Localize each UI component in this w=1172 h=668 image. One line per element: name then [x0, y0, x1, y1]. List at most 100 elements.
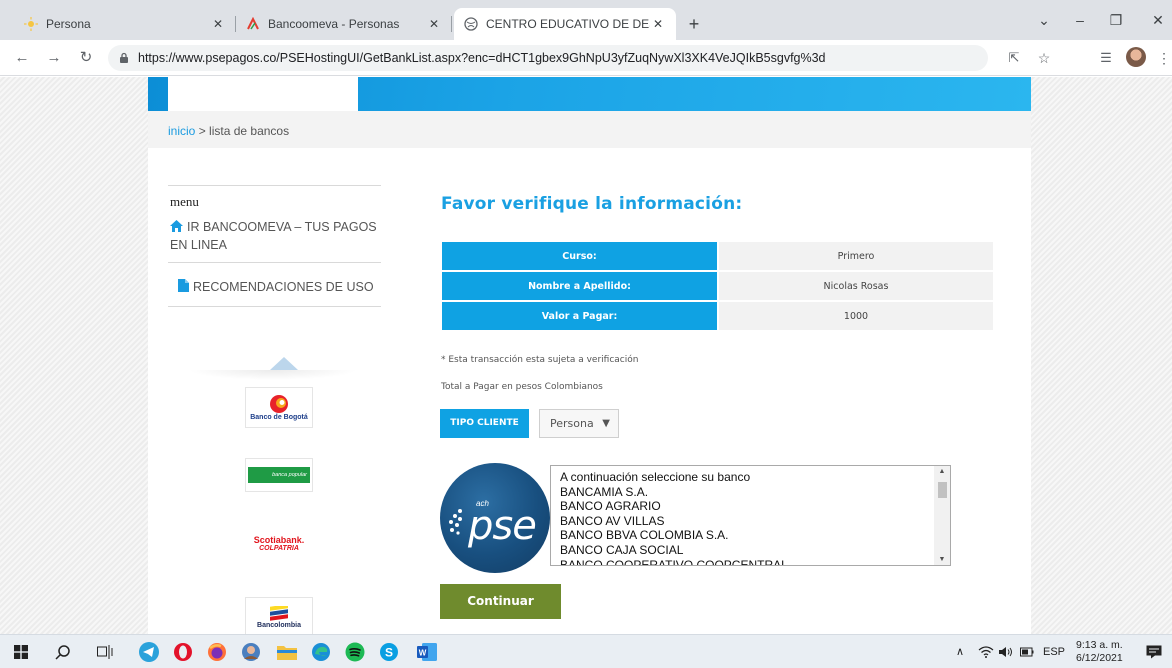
edge-icon[interactable]	[310, 641, 332, 663]
telegram-icon[interactable]	[138, 641, 160, 663]
bank-select-listbox[interactable]: A continuación seleccione su banco BANCA…	[550, 465, 951, 566]
globe-icon	[464, 17, 478, 31]
more-menu-icon[interactable]: ⋮	[1152, 46, 1172, 70]
tab-persona[interactable]: Persona ✕	[14, 8, 236, 40]
sun-icon	[24, 17, 38, 31]
list-item[interactable]: BANCO CAJA SOCIAL	[560, 543, 788, 558]
breadcrumb-separator: >	[195, 124, 210, 138]
scroll-up-icon[interactable]: ▲	[934, 468, 950, 475]
opera-icon[interactable]	[172, 641, 194, 663]
sidebar-divider	[168, 185, 381, 186]
svg-text:W: W	[419, 649, 427, 658]
list-item[interactable]: BANCO COOPERATIVO COOPCENTRAL	[560, 558, 788, 565]
star-icon[interactable]: ☆	[1032, 46, 1056, 70]
reading-list-icon[interactable]: ☰	[1094, 46, 1118, 70]
page-title: Favor verifique la información:	[441, 194, 743, 214]
scroll-down-icon[interactable]: ▼	[934, 556, 950, 563]
minimize-icon[interactable]: –	[1068, 8, 1092, 32]
sidebar-item-recomendaciones[interactable]: RECOMENDACIONES DE USO	[178, 279, 374, 297]
tab-title: Bancoomeva - Personas	[268, 17, 400, 31]
share-icon[interactable]: ⇱	[1002, 46, 1026, 70]
continue-button[interactable]: Continuar	[440, 584, 561, 619]
chevron-down-icon: ▼	[602, 418, 610, 429]
windows-taskbar: S W ∧ ESP 9:13 a. m. 6/12/2021	[0, 634, 1172, 668]
bank-logo-scotiabank-colpatria[interactable]: Scotiabank. COLPATRIA	[245, 523, 313, 563]
address-bar[interactable]: https://www.psepagos.co/PSEHostingUI/Get…	[108, 45, 988, 71]
table-row: Valor a Pagar: 1000	[442, 302, 993, 330]
bank-logo-banca-popular[interactable]: banca popular	[245, 458, 313, 492]
info-value: Primero	[717, 242, 993, 270]
new-tab-button[interactable]: +	[682, 12, 706, 36]
sidebar-item-bancoomeva[interactable]: IR BANCOOMEVA – TUS PAGOS EN LINEA	[170, 219, 382, 254]
restore-icon[interactable]: ❐	[1104, 8, 1128, 32]
list-item[interactable]: BANCAMIA S.A.	[560, 485, 788, 500]
page-viewport: inicio > lista de bancos menu IR BANCOOM…	[0, 77, 1172, 634]
sidebar-menu-title: menu	[170, 194, 199, 209]
clock-date: 6/12/2021	[1076, 652, 1123, 664]
network-icon[interactable]	[978, 635, 994, 668]
browser-tab-strip: Persona ✕ Bancoomeva - Personas ✕ CENTRO…	[0, 0, 1172, 40]
bank-logo-label: Bancolombia	[257, 621, 301, 629]
total-note: Total a Pagar en pesos Colombianos	[441, 382, 603, 392]
breadcrumb-current: lista de bancos	[209, 124, 290, 138]
firefox-icon[interactable]	[206, 641, 228, 663]
tab-close-icon[interactable]: ✕	[210, 17, 226, 31]
carousel-up-arrow-icon[interactable]	[270, 357, 298, 370]
pse-dots-icon	[449, 509, 462, 535]
battery-icon[interactable]	[1020, 635, 1034, 668]
scrollbar-thumb[interactable]	[938, 482, 947, 498]
list-item[interactable]: A continuación seleccione su banco	[560, 470, 788, 485]
sidebar-item-label: IR BANCOOMEVA – TUS PAGOS EN LINEA	[170, 220, 377, 252]
banca-popular-mark: banca popular	[248, 467, 310, 483]
volume-icon[interactable]	[998, 635, 1014, 668]
tab-centro-educativo[interactable]: CENTRO EDUCATIVO DE DESARR ✕	[454, 8, 676, 40]
back-arrow-icon[interactable]: ←	[10, 46, 34, 70]
skype-icon[interactable]: S	[378, 641, 400, 663]
document-icon	[178, 279, 189, 297]
chrome-profile-icon[interactable]	[240, 641, 262, 663]
carousel-shadow	[188, 370, 358, 380]
tab-close-icon[interactable]: ✕	[426, 17, 442, 31]
info-label: Curso:	[442, 242, 717, 270]
list-item[interactable]: BANCO AGRARIO	[560, 499, 788, 514]
tab-search-chevron-down-icon[interactable]: ⌄	[1032, 8, 1056, 32]
bank-logo-label: COLPATRIA	[259, 544, 299, 552]
forward-arrow-icon[interactable]: →	[42, 46, 66, 70]
table-row: Nombre a Apellido: Nicolas Rosas	[442, 272, 993, 300]
bank-logo-label: Banco de Bogotá	[250, 414, 308, 421]
word-icon[interactable]: W	[416, 641, 438, 663]
profile-avatar[interactable]	[1126, 47, 1146, 67]
tab-title: Persona	[46, 17, 91, 31]
bank-options: A continuación seleccione su banco BANCA…	[560, 470, 788, 565]
table-row: Curso: Primero	[442, 242, 993, 270]
close-window-icon[interactable]: ✕	[1146, 8, 1170, 32]
notifications-icon[interactable]	[1146, 635, 1162, 668]
pse-logo: ach pse	[440, 463, 550, 573]
tab-close-icon[interactable]: ✕	[650, 17, 666, 31]
breadcrumb-home-link[interactable]: inicio	[168, 124, 195, 138]
bank-logo-bancolombia[interactable]: Bancolombia	[245, 597, 313, 634]
payment-info-table: Curso: Primero Nombre a Apellido: Nicola…	[442, 240, 993, 332]
listbox-scrollbar[interactable]: ▲ ▼	[934, 466, 950, 565]
windows-start-icon[interactable]	[10, 641, 32, 663]
task-view-icon[interactable]	[94, 641, 116, 663]
bank-logo-banco-de-bogota[interactable]: Banco de Bogotá	[245, 387, 313, 428]
sidebar-divider	[168, 306, 381, 307]
bancoomeva-icon	[246, 17, 260, 31]
url-text: https://www.psepagos.co/PSEHostingUI/Get…	[138, 51, 826, 65]
tray-chevron-up-icon[interactable]: ∧	[956, 635, 964, 668]
search-icon[interactable]	[52, 641, 74, 663]
taskbar-clock[interactable]: 9:13 a. m. 6/12/2021	[1076, 639, 1123, 665]
list-item[interactable]: BANCO BBVA COLOMBIA S.A.	[560, 528, 788, 543]
info-label: Valor a Pagar:	[442, 302, 717, 330]
file-explorer-icon[interactable]	[276, 641, 298, 663]
breadcrumb: inicio > lista de bancos	[148, 111, 1031, 148]
list-item[interactable]: BANCO AV VILLAS	[560, 514, 788, 529]
header-logo-area	[168, 77, 358, 111]
tab-bancoomeva[interactable]: Bancoomeva - Personas ✕	[236, 8, 452, 40]
input-language-indicator[interactable]: ESP	[1043, 635, 1065, 668]
reload-icon[interactable]: ↻	[74, 46, 98, 70]
spotify-icon[interactable]	[344, 641, 366, 663]
tipo-cliente-select[interactable]: Persona ▼	[539, 409, 619, 438]
lock-icon	[120, 52, 128, 63]
